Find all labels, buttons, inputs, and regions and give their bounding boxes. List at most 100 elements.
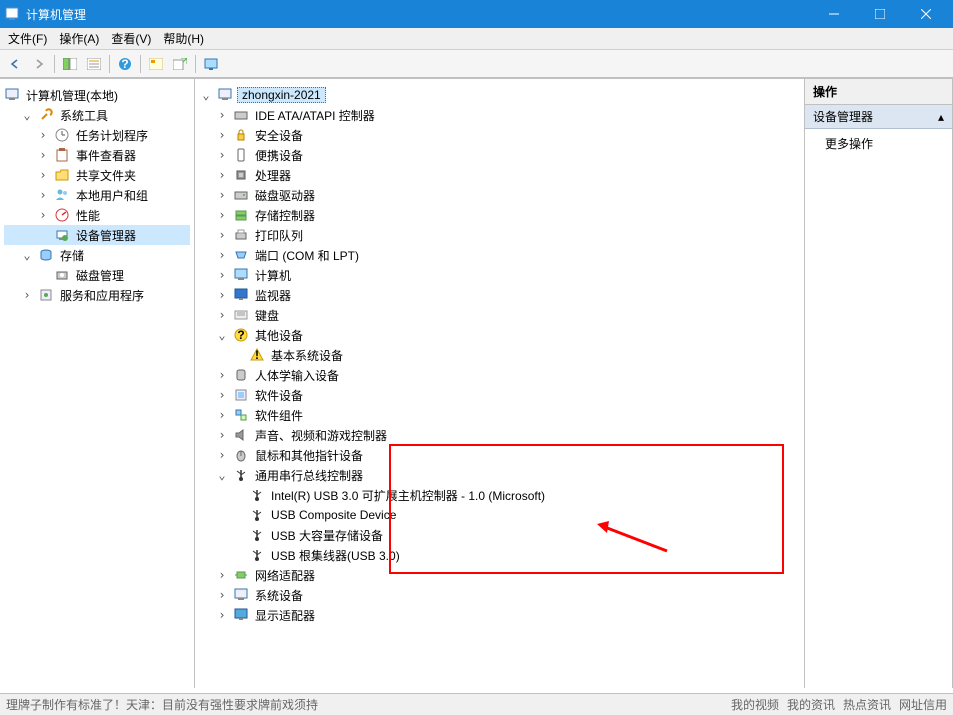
maximize-button[interactable] (857, 0, 903, 28)
tree-storage[interactable]: 存储 (4, 245, 190, 265)
dev-hid[interactable]: 人体学输入设备 (199, 365, 800, 385)
devmgr-icon (54, 227, 70, 243)
toolbar-btn-7[interactable] (200, 53, 222, 75)
services-icon (38, 287, 54, 303)
menubar: 文件(F) 操作(A) 查看(V) 帮助(H) (0, 28, 953, 50)
monitor-icon (233, 287, 249, 303)
forward-button[interactable] (28, 53, 50, 75)
dev-ide[interactable]: IDE ATA/ATAPI 控制器 (199, 105, 800, 125)
toolbar: ? (0, 50, 953, 78)
status-r1[interactable]: 我的视频 (731, 696, 779, 713)
computer-icon (233, 267, 249, 283)
cpu-icon (233, 167, 249, 183)
tree-perf[interactable]: 性能 (4, 205, 190, 225)
users-icon (54, 187, 70, 203)
computer-icon (4, 87, 20, 103)
usb-icon (249, 507, 265, 523)
system-icon (233, 587, 249, 603)
toolbar-btn-5[interactable] (145, 53, 167, 75)
component-icon (233, 407, 249, 423)
display-icon (233, 607, 249, 623)
menu-file[interactable]: 文件(F) (2, 28, 53, 49)
tree-users[interactable]: 本地用户和组 (4, 185, 190, 205)
mouse-icon (233, 447, 249, 463)
usb-icon (233, 467, 249, 483)
left-tree-pane: 计算机管理(本地) 系统工具 任务计划程序 事件查看器 共享文件夹 本地用户和组… (0, 79, 195, 688)
tree-services[interactable]: 服务和应用程序 (4, 285, 190, 305)
window-title: 计算机管理 (26, 6, 86, 23)
storagectrl-icon (233, 207, 249, 223)
dev-computer[interactable]: 计算机 (199, 265, 800, 285)
dev-host[interactable]: zhongxin-2021 (199, 85, 800, 105)
show-hide-button[interactable] (59, 53, 81, 75)
status-r4[interactable]: 网址信用 (899, 696, 947, 713)
computer-icon (217, 87, 233, 103)
network-icon (233, 567, 249, 583)
menu-action[interactable]: 操作(A) (53, 28, 105, 49)
toolbar-btn-6[interactable] (169, 53, 191, 75)
back-button[interactable] (4, 53, 26, 75)
actions-subheader: 设备管理器▴ (805, 105, 952, 129)
tree-systools[interactable]: 系统工具 (4, 105, 190, 125)
usb-icon (249, 487, 265, 503)
dev-sw[interactable]: 软件设备 (199, 385, 800, 405)
storage-icon (38, 247, 54, 263)
svg-text:?: ? (237, 328, 244, 342)
dev-usb-hub[interactable]: USB 根集线器(USB 3.0) (199, 545, 800, 565)
close-button[interactable] (903, 0, 949, 28)
dev-cpu[interactable]: 处理器 (199, 165, 800, 185)
dev-usb[interactable]: 通用串行总线控制器 (199, 465, 800, 485)
status-r3[interactable]: 热点资讯 (843, 696, 891, 713)
tree-shared[interactable]: 共享文件夹 (4, 165, 190, 185)
tree-devmgr[interactable]: 设备管理器 (4, 225, 190, 245)
software-icon (233, 387, 249, 403)
dev-com[interactable]: 端口 (COM 和 LPT) (199, 245, 800, 265)
dev-sec[interactable]: 安全设备 (199, 125, 800, 145)
dev-usb-intel[interactable]: Intel(R) USB 3.0 可扩展主机控制器 - 1.0 (Microso… (199, 485, 800, 505)
properties-button[interactable] (83, 53, 105, 75)
status-r2[interactable]: 我的资讯 (787, 696, 835, 713)
dev-display[interactable]: 显示适配器 (199, 605, 800, 625)
tree-disk[interactable]: 磁盘管理 (4, 265, 190, 285)
dev-other[interactable]: ?其他设备 (199, 325, 800, 345)
usb-icon (249, 527, 265, 543)
clock-icon (54, 127, 70, 143)
dev-usb-mass[interactable]: USB 大容量存储设备 (199, 525, 800, 545)
dev-net[interactable]: 网络适配器 (199, 565, 800, 585)
help-button[interactable]: ? (114, 53, 136, 75)
app-icon (4, 6, 20, 22)
tools-icon (38, 107, 54, 123)
disk-icon (54, 267, 70, 283)
ide-icon (233, 107, 249, 123)
usb-icon (249, 547, 265, 563)
svg-text:!: ! (255, 348, 259, 362)
dev-sys[interactable]: 系统设备 (199, 585, 800, 605)
dev-swcomp[interactable]: 软件组件 (199, 405, 800, 425)
printer-icon (233, 227, 249, 243)
more-actions[interactable]: 更多操作 (805, 129, 952, 158)
dev-portable[interactable]: 便携设备 (199, 145, 800, 165)
menu-help[interactable]: 帮助(H) (157, 28, 210, 49)
dev-storagectrl[interactable]: 存储控制器 (199, 205, 800, 225)
dev-basic[interactable]: !基本系统设备 (199, 345, 800, 365)
tree-event[interactable]: 事件查看器 (4, 145, 190, 165)
port-icon (233, 247, 249, 263)
hid-icon (233, 367, 249, 383)
portable-icon (233, 147, 249, 163)
tree-task[interactable]: 任务计划程序 (4, 125, 190, 145)
dev-monitor[interactable]: 监视器 (199, 285, 800, 305)
keyboard-icon (233, 307, 249, 323)
dev-usb-composite[interactable]: USB Composite Device (199, 505, 800, 525)
dev-mouse[interactable]: 鼠标和其他指针设备 (199, 445, 800, 465)
statusbar: 理牌子制作有标准了！天津：目前没有强性要求牌前戏须持 我的视频 我的资讯 热点资… (0, 693, 953, 715)
chevron-up-icon[interactable]: ▴ (938, 110, 944, 124)
minimize-button[interactable] (811, 0, 857, 28)
menu-view[interactable]: 查看(V) (105, 28, 157, 49)
actions-pane: 操作 设备管理器▴ 更多操作 (805, 79, 953, 688)
dev-keyboard[interactable]: 键盘 (199, 305, 800, 325)
tree-root[interactable]: 计算机管理(本地) (4, 85, 190, 105)
titlebar: 计算机管理 (0, 0, 953, 28)
dev-audio[interactable]: 声音、视频和游戏控制器 (199, 425, 800, 445)
dev-print[interactable]: 打印队列 (199, 225, 800, 245)
dev-diskdrive[interactable]: 磁盘驱动器 (199, 185, 800, 205)
